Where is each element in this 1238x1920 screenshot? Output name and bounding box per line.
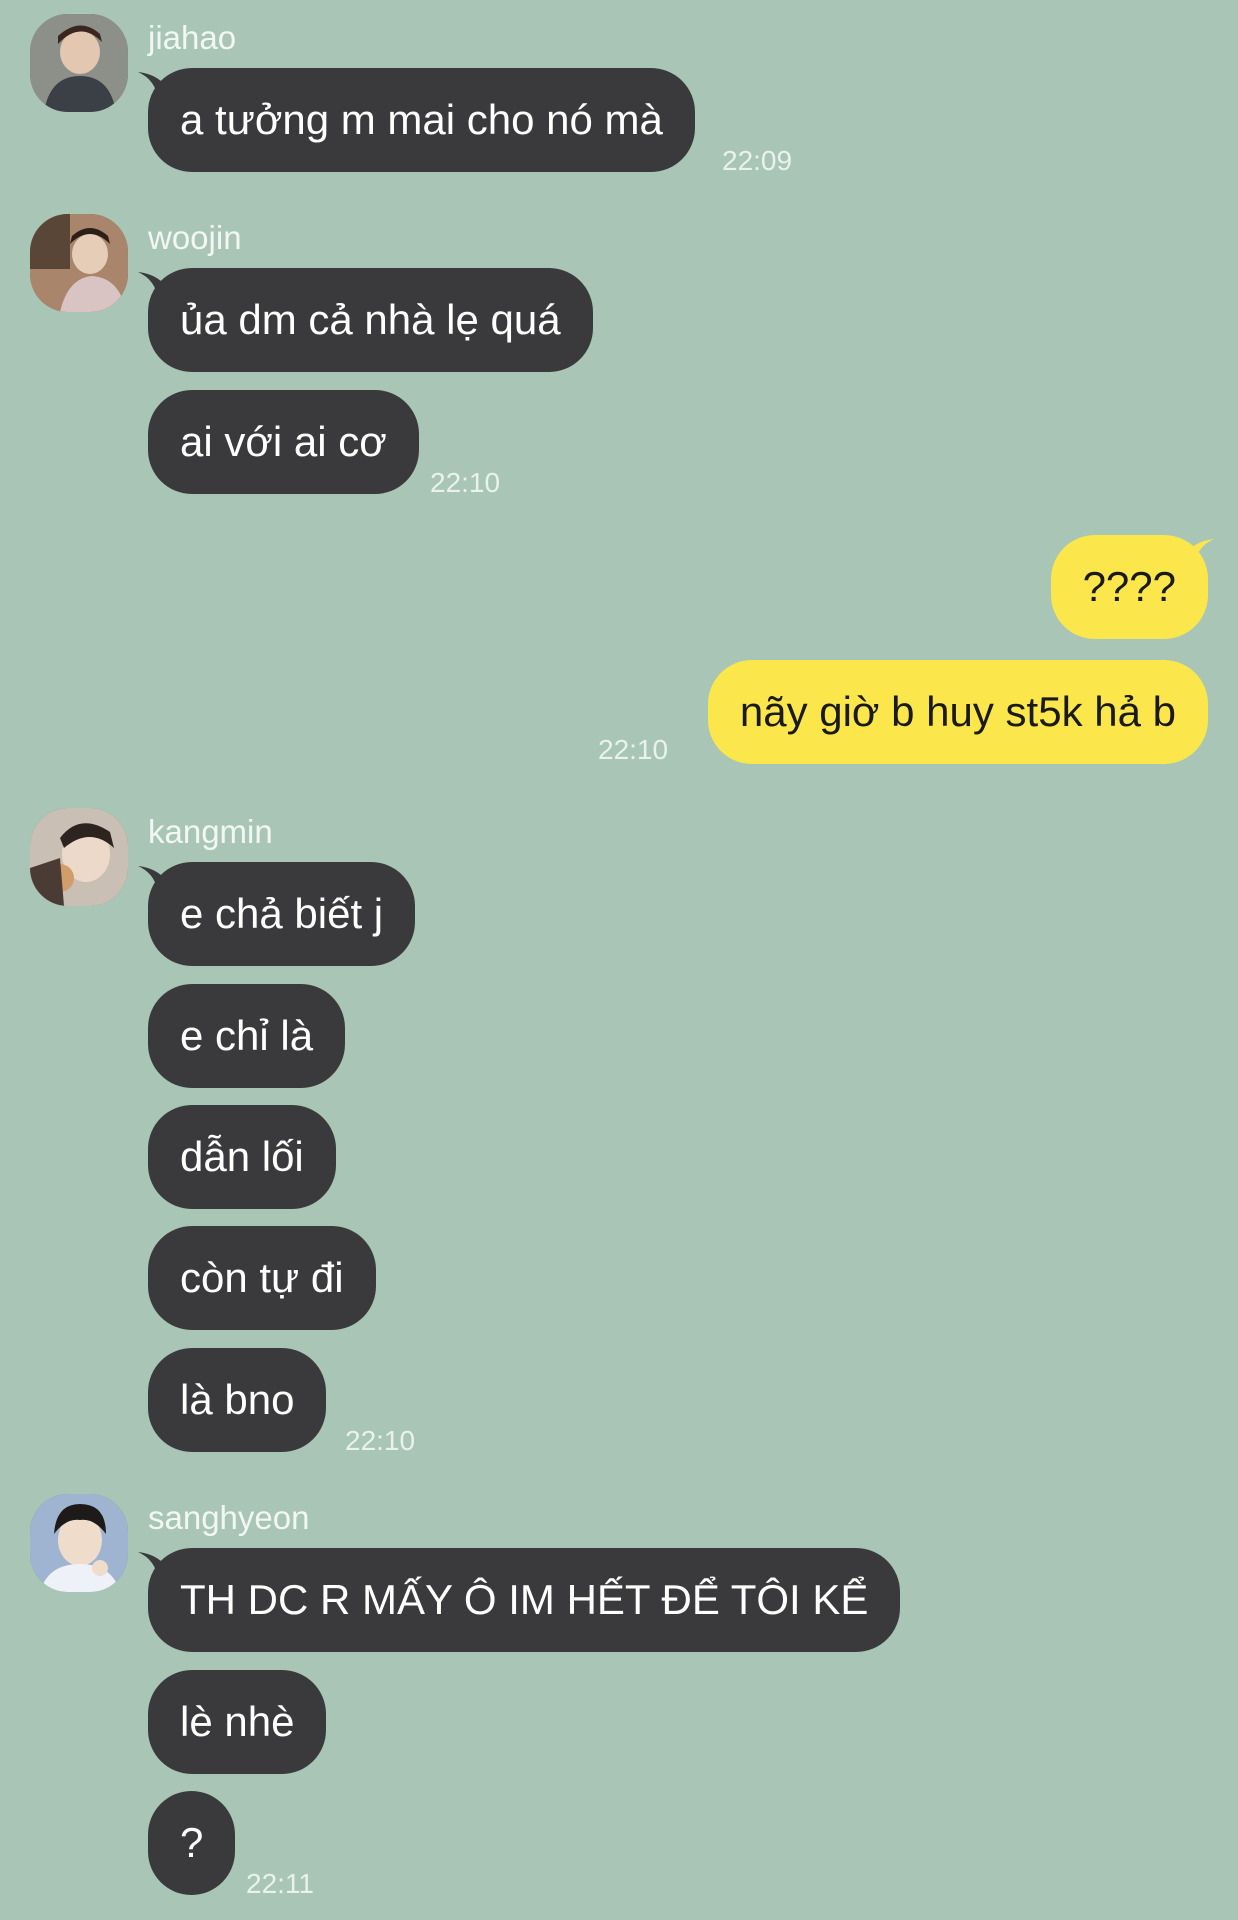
sender-name-sanghyeon: sanghyeon bbox=[148, 1499, 310, 1536]
message-bubble-outgoing[interactable]: ???? bbox=[1050, 535, 1208, 639]
message-bubble[interactable]: lè nhè bbox=[148, 1670, 327, 1774]
avatar-photo bbox=[30, 14, 128, 112]
sender-name-jiahao: jiahao bbox=[148, 19, 237, 56]
avatar-woojin[interactable] bbox=[30, 214, 128, 312]
message-bubble[interactable]: a tưởng m mai cho nó mà bbox=[148, 68, 695, 172]
sender-name-kangmin: kangmin bbox=[148, 813, 273, 850]
message-bubble-outgoing[interactable]: nãy giờ b huy st5k hả b bbox=[707, 660, 1208, 764]
message-timestamp: 22:10 bbox=[598, 734, 669, 765]
message-bubble[interactable]: e chỉ là bbox=[148, 984, 346, 1088]
avatar-photo bbox=[30, 214, 128, 312]
avatar-kangmin[interactable] bbox=[30, 808, 128, 906]
message-timestamp: 22:10 bbox=[430, 467, 501, 498]
sender-name-woojin: woojin bbox=[148, 219, 242, 256]
avatar-photo bbox=[30, 1494, 128, 1592]
message-bubble[interactable]: còn tự đi bbox=[148, 1226, 376, 1330]
message-bubble[interactable]: TH DC R MẤY Ô IM HẾT ĐỂ TÔI KỂ bbox=[148, 1548, 901, 1652]
message-bubble[interactable]: là bno bbox=[148, 1348, 327, 1452]
message-timestamp: 22:10 bbox=[345, 1425, 416, 1456]
message-bubble[interactable]: ủa dm cả nhà lẹ quá bbox=[148, 268, 593, 372]
message-timestamp: 22:09 bbox=[722, 145, 793, 176]
message-bubble[interactable]: ai với ai cơ bbox=[148, 390, 419, 494]
avatar-jiahao[interactable] bbox=[30, 14, 128, 112]
message-bubble[interactable]: e chả biết j bbox=[148, 862, 416, 966]
avatar-sanghyeon[interactable] bbox=[30, 1494, 128, 1592]
avatar-photo bbox=[30, 808, 128, 906]
message-bubble[interactable]: ? bbox=[148, 1791, 236, 1895]
message-bubble[interactable]: dẫn lối bbox=[148, 1105, 336, 1209]
message-timestamp: 22:11 bbox=[246, 1868, 314, 1899]
